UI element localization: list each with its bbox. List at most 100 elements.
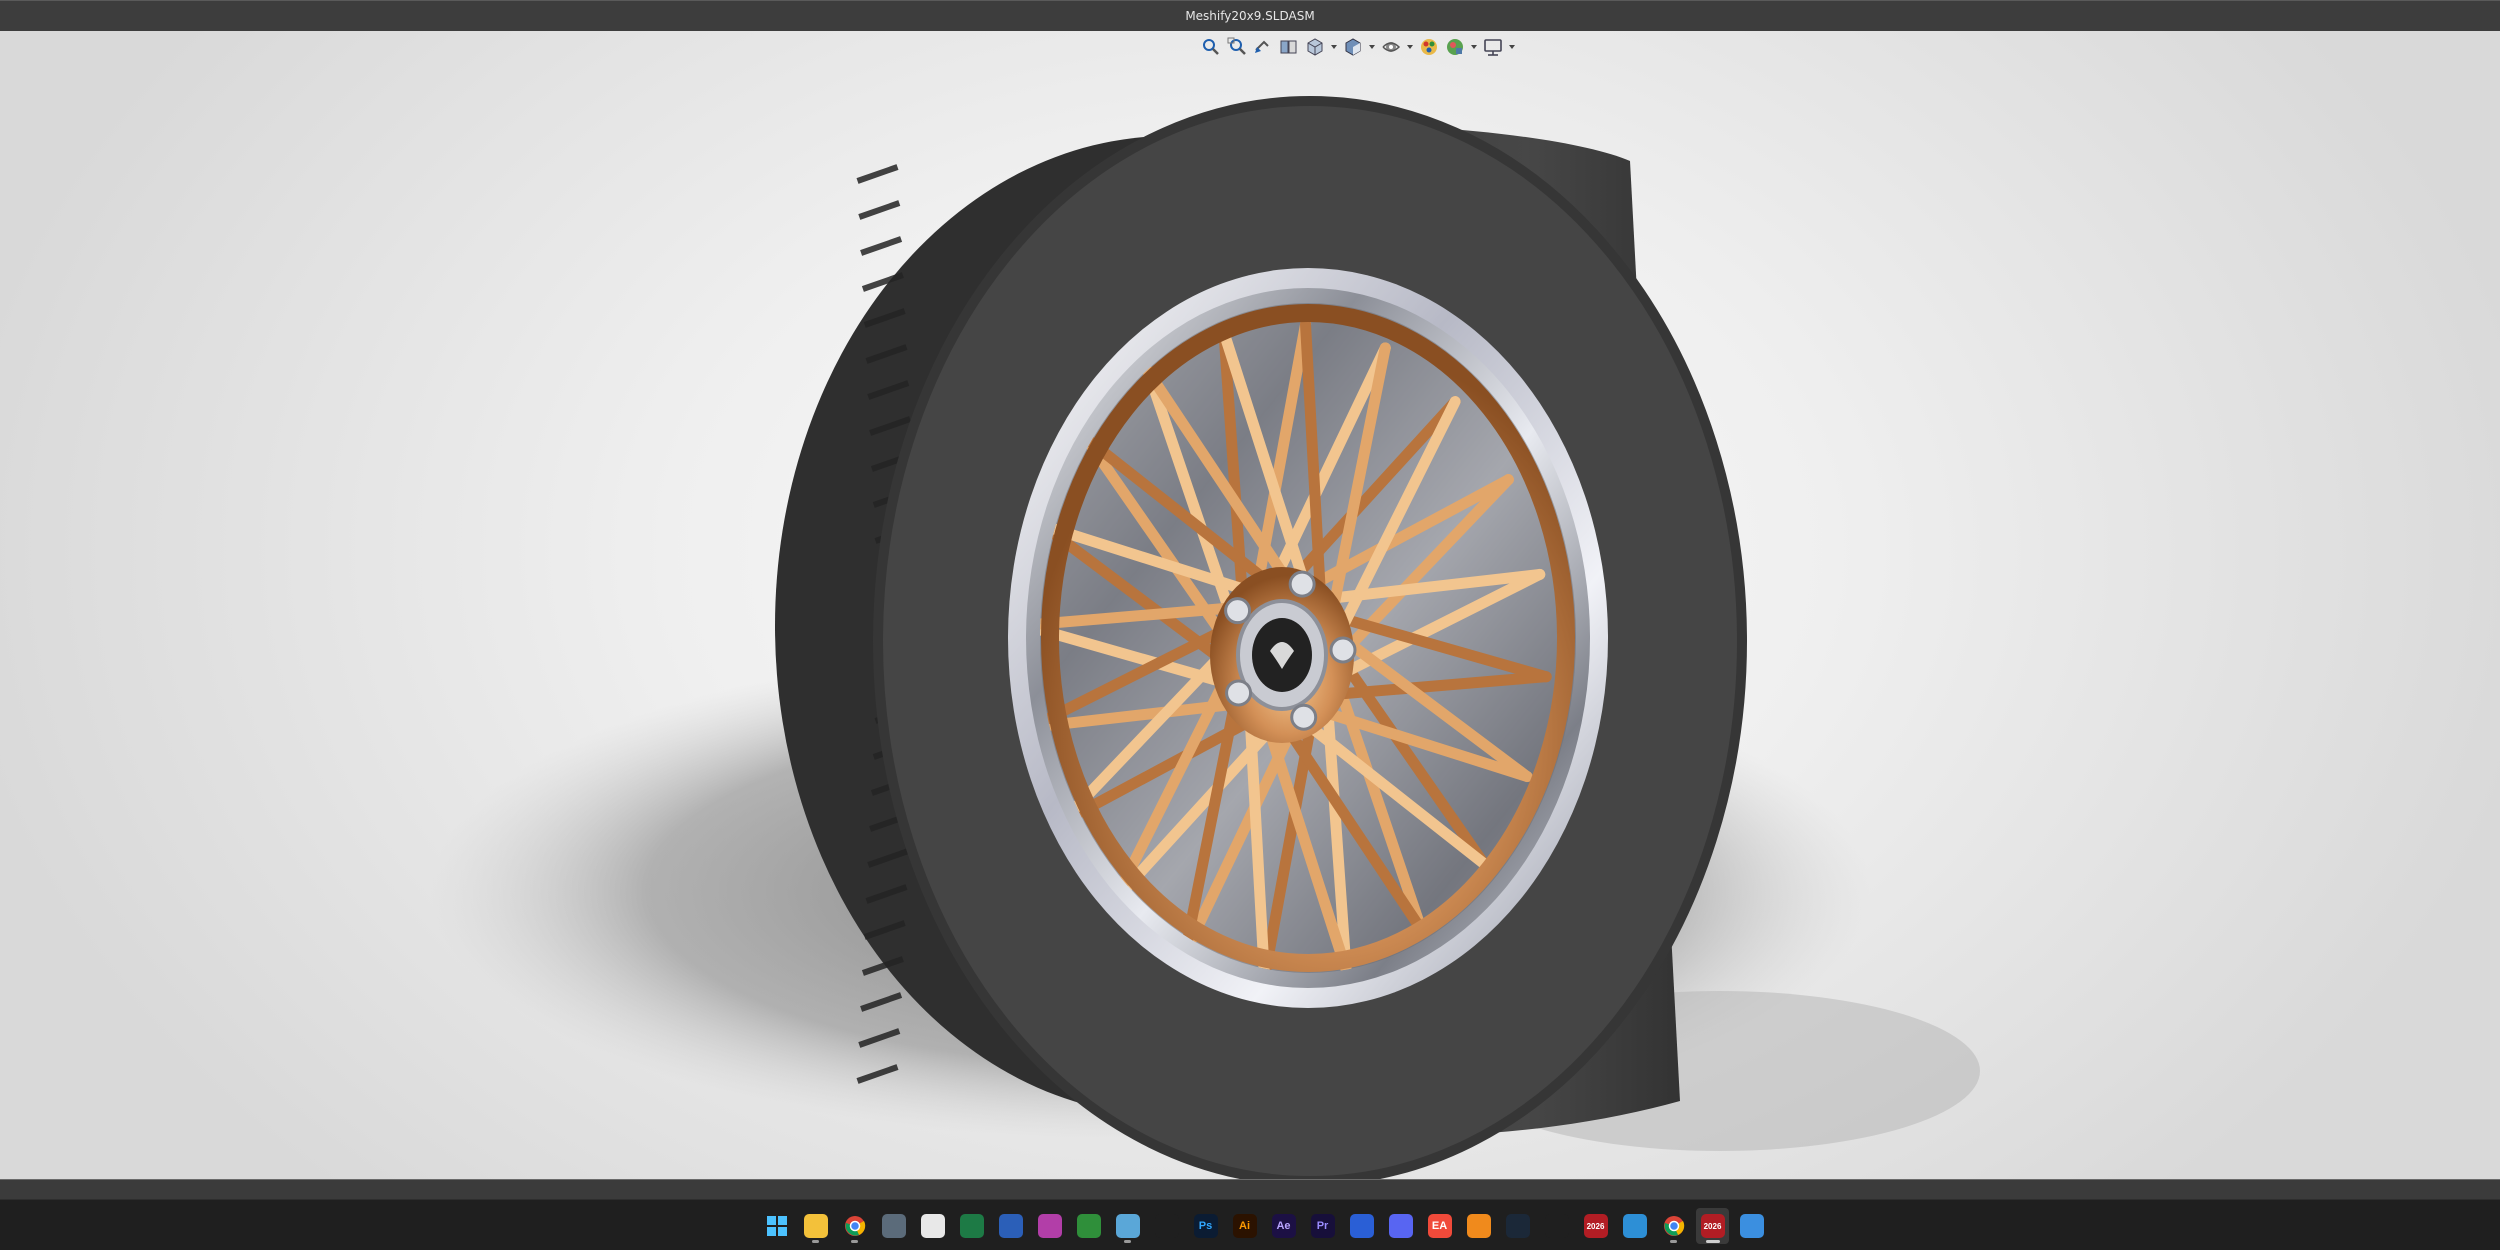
windows-taskbar: Ps Ai Ae Pr EA 2026 2026 — [0, 1199, 2500, 1250]
windows-start-icon — [765, 1214, 789, 1238]
taskbar-illustrator[interactable]: Ai — [1228, 1208, 1261, 1244]
taskbar-xbox[interactable] — [1072, 1208, 1105, 1244]
discord-icon — [1388, 1214, 1413, 1238]
chevron-down-icon — [1471, 45, 1477, 49]
display-style-button[interactable] — [1342, 36, 1364, 58]
chrome-icon — [843, 1214, 867, 1238]
taskbar-nvidia[interactable] — [1150, 1208, 1183, 1244]
ea-app-icon: EA — [1427, 1214, 1452, 1238]
solidworks-2026-icon: 2026 — [1583, 1214, 1608, 1238]
taskbar-discord[interactable] — [1384, 1208, 1417, 1244]
apply-scene-dropdown-arrow[interactable] — [1470, 36, 1478, 58]
taskbar-blender[interactable] — [1540, 1208, 1573, 1244]
taskbar-photoshop[interactable]: Ps — [1189, 1208, 1222, 1244]
chrome-profile-icon — [1662, 1214, 1686, 1238]
taskbar-calculator[interactable] — [877, 1208, 910, 1244]
chevron-down-icon — [1331, 45, 1337, 49]
apply-scene-button[interactable] — [1444, 36, 1466, 58]
photoshop-icon: Ps — [1193, 1214, 1218, 1238]
edit-appearance-icon — [1421, 39, 1437, 55]
hide-show-items-dropdown-arrow[interactable] — [1406, 36, 1414, 58]
window-title: Meshify20x9.SLDASM — [1185, 9, 1315, 23]
nvidia-icon — [1154, 1214, 1179, 1238]
taskbar-microsoft-store[interactable] — [916, 1208, 949, 1244]
taskbar-word[interactable] — [994, 1208, 1027, 1244]
hide-show-items-button[interactable] — [1380, 36, 1402, 58]
view-settings-dropdown-arrow[interactable] — [1508, 36, 1516, 58]
previous-view-button[interactable] — [1252, 36, 1274, 58]
instagram-icon — [1037, 1214, 1062, 1238]
taskbar-steam[interactable] — [1501, 1208, 1534, 1244]
tread-groove — [856, 164, 899, 184]
lug-nut — [1290, 703, 1318, 731]
apply-scene-icon — [1447, 39, 1463, 55]
zoom-to-area-icon — [1227, 37, 1246, 55]
notes-icon — [1739, 1214, 1764, 1238]
taskbar-fusion[interactable] — [1462, 1208, 1495, 1244]
microsoft-store-icon — [920, 1214, 945, 1238]
lug-nut — [1329, 636, 1357, 664]
file-explorer-icon — [803, 1214, 828, 1238]
after-effects-icon: Ae — [1271, 1214, 1296, 1238]
taskbar-ea-app[interactable]: EA — [1423, 1208, 1456, 1244]
graphics-viewport[interactable] — [0, 31, 2500, 1179]
word-icon — [998, 1214, 1023, 1238]
chevron-down-icon — [1369, 45, 1375, 49]
taskbar-chrome-profile[interactable] — [1657, 1208, 1690, 1244]
tread-groove — [858, 200, 901, 220]
illustrator-icon: Ai — [1232, 1214, 1257, 1238]
zoom-to-fit-button[interactable] — [1200, 36, 1222, 58]
taskbar-notepad[interactable] — [1111, 1208, 1144, 1244]
taskbar-3d-viewer[interactable] — [1618, 1208, 1651, 1244]
notepad-icon — [1115, 1214, 1140, 1238]
taskbar-solidworks-2026-active[interactable]: 2026 — [1696, 1208, 1729, 1244]
running-indicator — [851, 1240, 858, 1243]
blender-icon — [1544, 1214, 1569, 1238]
3d-viewer-icon — [1622, 1214, 1647, 1238]
heads-up-view-toolbar — [1200, 34, 1516, 60]
view-orientation-dropdown-arrow[interactable] — [1330, 36, 1338, 58]
premiere-pro-icon: Pr — [1310, 1214, 1335, 1238]
taskbar-instagram[interactable] — [1033, 1208, 1066, 1244]
view-settings-button[interactable] — [1482, 36, 1504, 58]
view-settings-icon — [1484, 39, 1502, 56]
taskbar-notes[interactable] — [1735, 1208, 1768, 1244]
excel-icon — [959, 1214, 984, 1238]
calculator-icon — [881, 1214, 906, 1238]
xbox-icon — [1076, 1214, 1101, 1238]
taskbar-solidworks-2026[interactable]: 2026 — [1579, 1208, 1612, 1244]
zoom-to-area-button[interactable] — [1226, 36, 1248, 58]
running-indicator — [1124, 1240, 1131, 1243]
running-indicator — [1706, 1240, 1720, 1243]
taskbar-file-explorer[interactable] — [799, 1208, 832, 1244]
title-bar: Meshify20x9.SLDASM — [0, 0, 2500, 31]
running-indicator — [812, 1240, 819, 1243]
view-orientation-button[interactable] — [1304, 36, 1326, 58]
taskbar-premiere-pro[interactable]: Pr — [1306, 1208, 1339, 1244]
taskbar-chrome[interactable] — [838, 1208, 871, 1244]
taskbar-after-effects[interactable]: Ae — [1267, 1208, 1300, 1244]
taskbar-excel[interactable] — [955, 1208, 988, 1244]
fusion-icon — [1466, 1214, 1491, 1238]
solidworks-2026-active-icon: 2026 — [1700, 1214, 1725, 1238]
zoom-to-fit-icon — [1203, 39, 1219, 55]
lug-nut — [1288, 570, 1316, 598]
mail-icon — [1349, 1214, 1374, 1238]
wheel-model-render[interactable] — [0, 31, 2500, 1179]
taskbar-pinned-apps: Ps Ai Ae Pr EA 2026 2026 — [760, 1208, 1768, 1244]
lug-nut — [1225, 679, 1253, 707]
lug-nut — [1224, 597, 1252, 625]
section-view-button[interactable] — [1278, 36, 1300, 58]
steam-icon — [1505, 1214, 1530, 1238]
running-indicator — [1670, 1240, 1677, 1243]
chevron-down-icon — [1407, 45, 1413, 49]
previous-view-icon — [1255, 40, 1269, 53]
tread-groove — [860, 236, 903, 256]
display-style-dropdown-arrow[interactable] — [1368, 36, 1376, 58]
edit-appearance-button[interactable] — [1418, 36, 1440, 58]
taskbar-windows-start[interactable] — [760, 1208, 793, 1244]
chevron-down-icon — [1509, 45, 1515, 49]
taskbar-mail[interactable] — [1345, 1208, 1378, 1244]
section-view-icon — [1280, 40, 1297, 54]
status-bar — [0, 1179, 2500, 1199]
